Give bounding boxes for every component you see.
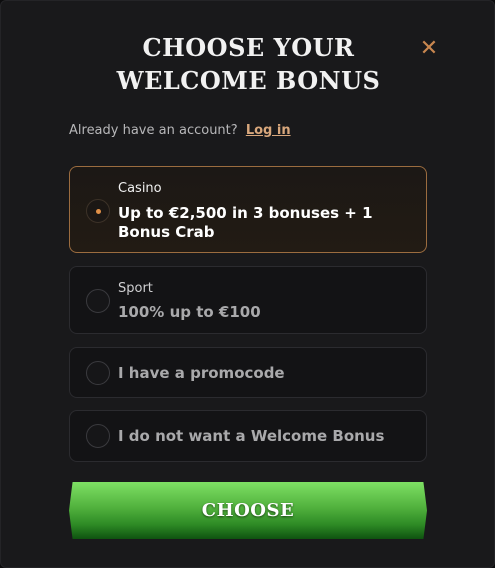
option-label: Up to €2,500 in 3 bonuses + 1 Bonus Crab (118, 204, 373, 241)
welcome-bonus-modal: CHOOSE YOUR WELCOME BONUS ✕ Already have… (0, 0, 495, 568)
option-label: I have a promocode (118, 364, 285, 382)
bonus-option-none[interactable]: I do not want a Welcome Bonus (69, 410, 427, 462)
option-label: 100% up to €100 (118, 303, 261, 321)
choose-button-label: CHOOSE (201, 500, 295, 521)
radio-button[interactable] (86, 361, 110, 385)
bonus-option-promocode[interactable]: I have a promocode (69, 347, 427, 398)
login-link[interactable]: Log in (246, 123, 291, 138)
bonus-option-sport[interactable]: Sport 100% up to €100 (69, 266, 427, 334)
bonus-option-casino[interactable]: Casino Up to €2,500 in 3 bonuses + 1 Bon… (69, 166, 427, 253)
account-prompt: Already have an account? (69, 123, 238, 138)
close-button[interactable]: ✕ (417, 37, 441, 61)
choose-button[interactable]: CHOOSE (69, 482, 427, 539)
option-label: I do not want a Welcome Bonus (118, 427, 385, 445)
radio-button[interactable] (86, 424, 110, 448)
option-category: Casino (118, 181, 162, 196)
option-category: Sport (118, 281, 153, 296)
radio-button[interactable] (86, 289, 110, 313)
title-line-2: WELCOME BONUS (116, 66, 381, 95)
radio-selected-dot (96, 209, 101, 214)
close-icon: ✕ (419, 36, 439, 61)
radio-button[interactable] (86, 199, 110, 223)
account-row: Already have an account? Log in (69, 123, 291, 138)
